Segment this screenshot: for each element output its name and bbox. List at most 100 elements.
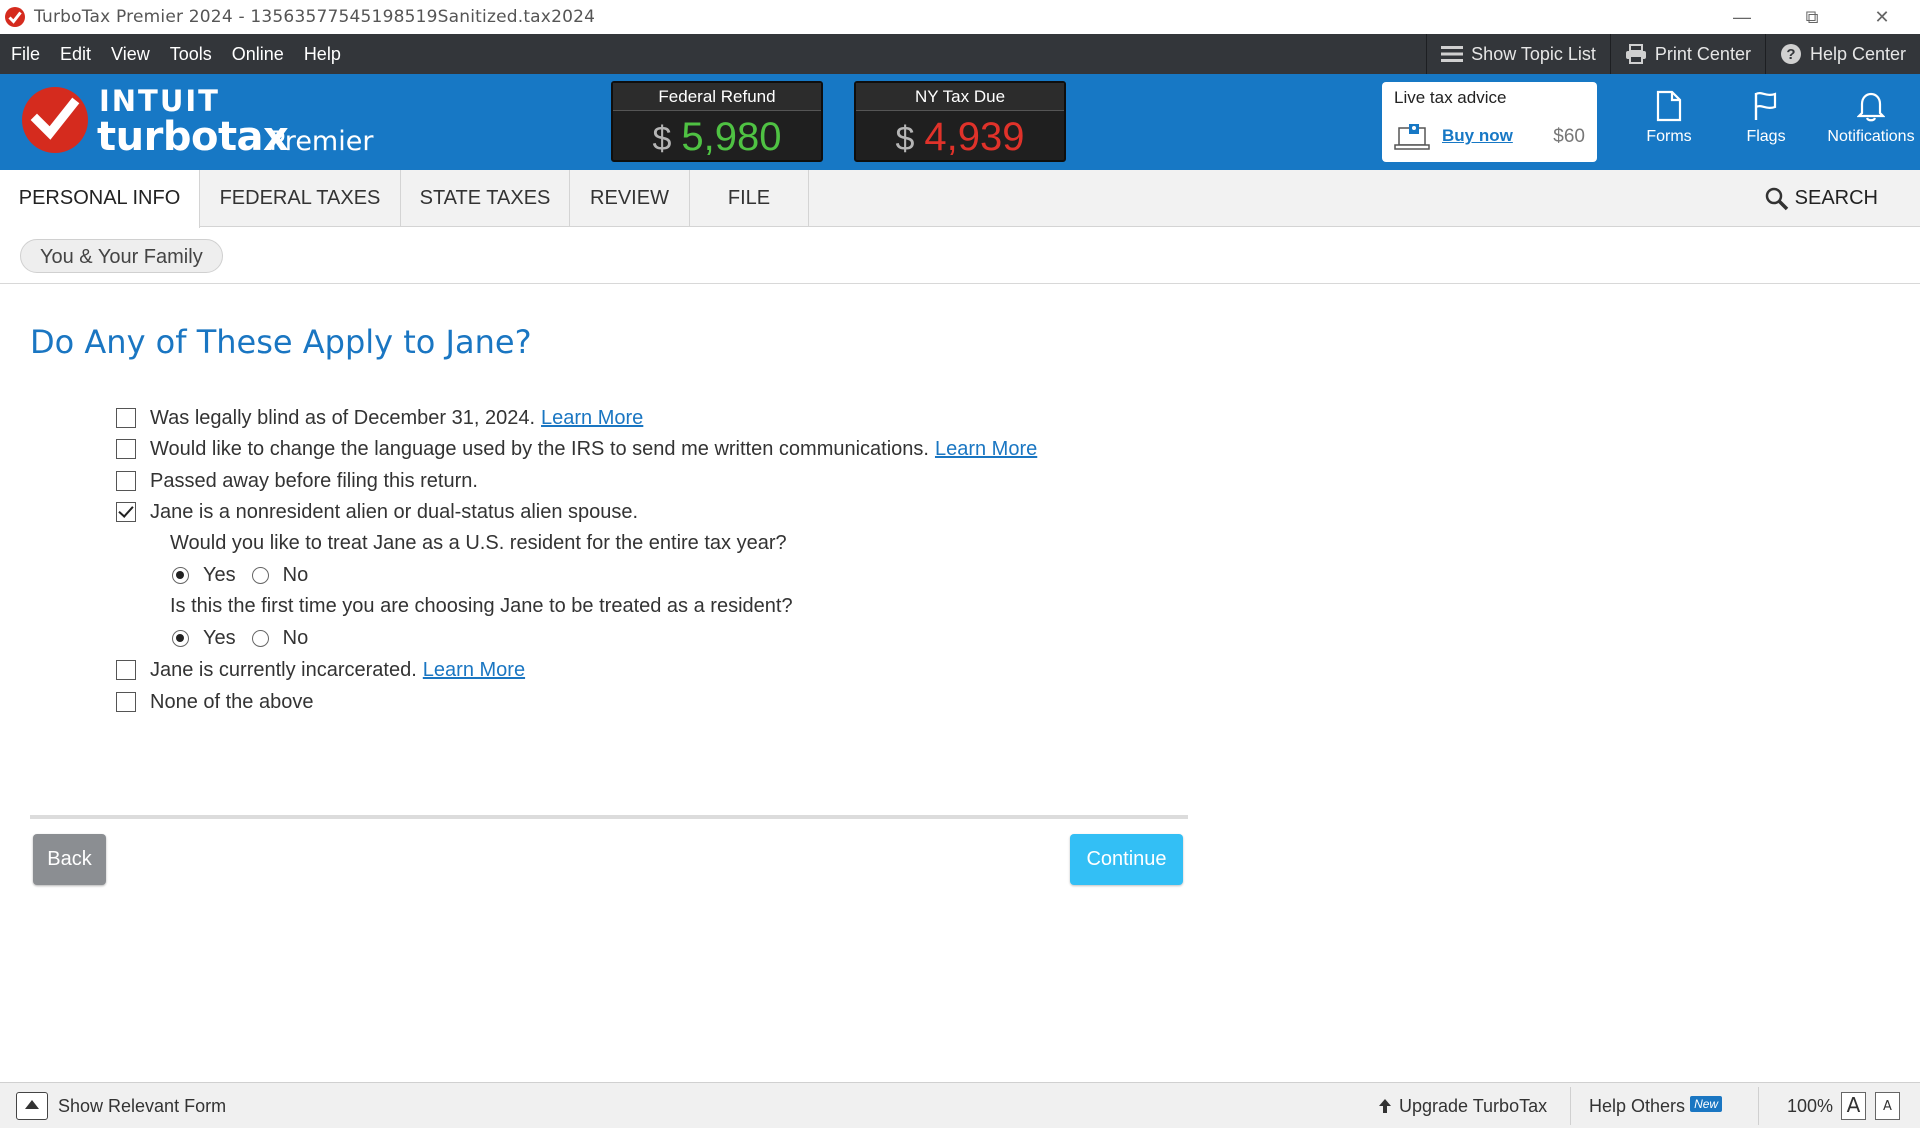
treat-as-resident-radio-group: Yes No [172, 561, 324, 589]
status-bar: Show Relevant Form Upgrade TurboTax Help… [0, 1082, 1920, 1128]
continue-button[interactable]: Continue [1070, 834, 1183, 885]
search-icon [1765, 187, 1788, 210]
close-button[interactable]: ✕ [1852, 0, 1912, 34]
search-button[interactable]: SEARCH [1765, 170, 1878, 227]
notifications-button[interactable]: Notifications [1823, 90, 1919, 146]
upgrade-turbotax-button[interactable]: Upgrade TurboTax [1399, 1083, 1547, 1128]
change-language-checkbox[interactable] [116, 439, 136, 459]
none-of-the-above-checkbox[interactable] [116, 692, 136, 712]
intuit-logo-text: INTUIT [99, 84, 220, 118]
tab-review[interactable]: REVIEW [570, 170, 690, 227]
option-nonresident-alien[interactable]: Jane is a nonresident alien or dual-stat… [116, 498, 638, 526]
minimize-button[interactable]: — [1712, 0, 1772, 34]
sub-question-treat-as-resident: Would you like to treat Jane as a U.S. r… [170, 532, 787, 554]
forms-button[interactable]: Forms [1621, 90, 1717, 146]
option-none-of-the-above[interactable]: None of the above [116, 688, 313, 716]
restore-button[interactable]: ⧉ [1782, 0, 1842, 34]
content-divider [30, 815, 1188, 819]
nonresident-alien-checkbox[interactable] [116, 502, 136, 522]
expand-up-icon[interactable] [16, 1092, 48, 1120]
option-text: Jane is a nonresident alien or dual-stat… [150, 500, 639, 523]
font-size-large-button[interactable]: A [1841, 1092, 1866, 1120]
menu-edit[interactable]: Edit [50, 34, 101, 74]
help-center-button[interactable]: ? Help Center [1764, 34, 1920, 74]
flags-button[interactable]: Flags [1718, 90, 1814, 146]
legally-blind-checkbox[interactable] [116, 408, 136, 428]
tab-federal-taxes[interactable]: FEDERAL TAXES [200, 170, 401, 227]
help-others-button[interactable]: Help Others New [1589, 1083, 1723, 1128]
help-others-label: Help Others [1589, 1096, 1686, 1116]
window-title: TurboTax Premier 2024 - 1356357754519851… [34, 7, 596, 27]
zoom-level: 100% [1787, 1096, 1834, 1116]
radio-yes-label[interactable]: Yes [203, 627, 236, 650]
app-header: INTUIT turbotax Premier Federal Refund $… [0, 74, 1920, 170]
option-legally-blind[interactable]: Was legally blind as of December 31, 202… [116, 404, 643, 432]
treat-as-resident-yes-radio[interactable] [172, 566, 189, 584]
option-incarcerated[interactable]: Jane is currently incarcerated. Learn Mo… [116, 656, 525, 684]
tab-file[interactable]: FILE [690, 170, 809, 227]
state-currency: $ [895, 120, 915, 158]
status-separator [1570, 1087, 1571, 1125]
federal-refund-meter[interactable]: Federal Refund $ 5,980 [611, 81, 823, 162]
breadcrumb-you-and-your-family[interactable]: You & Your Family [20, 239, 223, 273]
edition-label: Premier [269, 126, 374, 157]
print-center-button[interactable]: Print Center [1609, 34, 1765, 74]
svg-text:?: ? [1786, 46, 1795, 63]
federal-refund-amount: 5,980 [681, 115, 782, 159]
incarcerated-checkbox[interactable] [116, 660, 136, 680]
first-time-no-radio[interactable] [251, 629, 269, 647]
status-separator [1758, 1087, 1759, 1125]
tab-state-taxes[interactable]: STATE TAXES [401, 170, 570, 227]
flag-icon [1754, 92, 1777, 120]
flags-label: Flags [1746, 128, 1786, 145]
state-tax-due-meter[interactable]: NY Tax Due $ 4,939 [854, 81, 1066, 162]
treat-as-resident-no-radio[interactable] [251, 566, 269, 584]
back-button[interactable]: Back [33, 834, 106, 885]
new-badge: New [1690, 1096, 1723, 1112]
first-time-radio-group: Yes No [172, 624, 324, 652]
show-topic-list-label: Show Topic List [1471, 43, 1596, 64]
help-center-label: Help Center [1809, 43, 1906, 64]
sub-question-first-time: Is this the first time you are choosing … [170, 595, 793, 617]
help-icon: ? [1780, 44, 1801, 64]
option-text: Jane is currently incarcerated. [150, 658, 417, 681]
turbotax-logo-text: turbotax [97, 114, 289, 160]
option-change-language[interactable]: Would like to change the language used b… [116, 435, 1037, 463]
learn-more-link[interactable]: Learn More [423, 659, 525, 682]
forms-icon [1656, 90, 1682, 122]
laptop-expert-icon [1394, 124, 1430, 150]
show-relevant-form-button[interactable]: Show Relevant Form [58, 1083, 226, 1128]
page-title: Do Any of These Apply to Jane? [30, 323, 532, 361]
menu-file[interactable]: File [0, 34, 50, 74]
learn-more-link[interactable]: Learn More [935, 438, 1037, 461]
first-time-yes-radio[interactable] [172, 629, 189, 647]
federal-refund-label: Federal Refund [613, 83, 821, 111]
option-text: Would like to change the language used b… [150, 437, 929, 460]
upgrade-arrow-icon [1379, 1099, 1391, 1113]
passed-away-checkbox[interactable] [116, 471, 136, 491]
radio-no-label[interactable]: No [283, 564, 309, 587]
menu-view[interactable]: View [101, 34, 160, 74]
menu-bar: File Edit View Tools Online Help Show To… [0, 34, 1920, 74]
live-tax-advice-title: Live tax advice [1394, 88, 1507, 107]
advice-price: $60 [1553, 126, 1585, 147]
menu-help[interactable]: Help [294, 34, 351, 74]
radio-yes-label[interactable]: Yes [203, 564, 236, 587]
turbotax-app-icon [5, 7, 25, 27]
font-size-small-button[interactable]: A [1875, 1092, 1900, 1120]
print-center-label: Print Center [1654, 43, 1751, 64]
menu-online[interactable]: Online [222, 34, 294, 74]
turbotax-logo-check-icon [22, 87, 88, 153]
radio-no-label[interactable]: No [283, 627, 309, 650]
printer-icon [1625, 44, 1646, 64]
menu-tools[interactable]: Tools [160, 34, 222, 74]
show-topic-list-button[interactable]: Show Topic List [1426, 34, 1610, 74]
forms-label: Forms [1646, 128, 1692, 145]
federal-currency: $ [652, 120, 672, 158]
buy-now-link[interactable]: Buy now [1442, 126, 1513, 146]
live-tax-advice-panel: Live tax advice Buy now $60 [1382, 82, 1597, 162]
option-passed-away[interactable]: Passed away before filing this return. [116, 467, 478, 495]
learn-more-link[interactable]: Learn More [541, 407, 643, 430]
tab-personal-info[interactable]: PERSONAL INFO [0, 170, 200, 228]
option-text: Passed away before filing this return. [150, 469, 478, 492]
